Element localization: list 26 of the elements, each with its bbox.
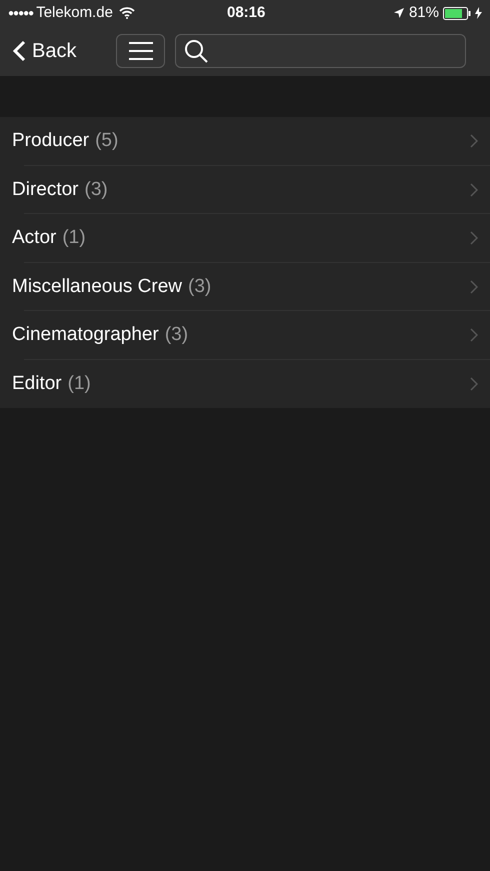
charging-icon xyxy=(475,7,482,19)
back-button[interactable]: Back xyxy=(12,36,116,66)
chevron-right-icon xyxy=(470,328,478,342)
role-row[interactable]: Actor (1) xyxy=(0,214,490,262)
signal-dots: ●●●●● xyxy=(8,6,34,20)
chevron-left-icon xyxy=(12,40,26,62)
chevron-right-icon xyxy=(470,134,478,148)
chevron-right-icon xyxy=(470,231,478,246)
search-field[interactable] xyxy=(175,34,466,68)
location-arrow-icon xyxy=(392,7,405,19)
wifi-icon xyxy=(118,7,135,19)
menu-icon xyxy=(128,42,152,60)
chevron-right-icon xyxy=(470,280,478,294)
role-row[interactable]: Miscellaneous Crew (3) xyxy=(0,262,490,311)
role-row[interactable]: Director (3) xyxy=(0,166,490,214)
battery-icon xyxy=(443,6,471,20)
carrier-name: Telekom.de xyxy=(36,2,113,23)
menu-button[interactable] xyxy=(116,34,165,68)
role-row[interactable]: Producer (5) xyxy=(0,117,490,166)
clock-time: 08:16 xyxy=(227,2,266,23)
role-row[interactable]: Editor (1) xyxy=(0,360,490,408)
chevron-right-icon xyxy=(470,182,478,197)
chevron-right-icon xyxy=(470,376,478,391)
search-icon xyxy=(184,39,208,63)
battery-percent: 81% xyxy=(408,2,439,23)
role-row[interactable]: Cinematographer (3) xyxy=(0,311,490,360)
